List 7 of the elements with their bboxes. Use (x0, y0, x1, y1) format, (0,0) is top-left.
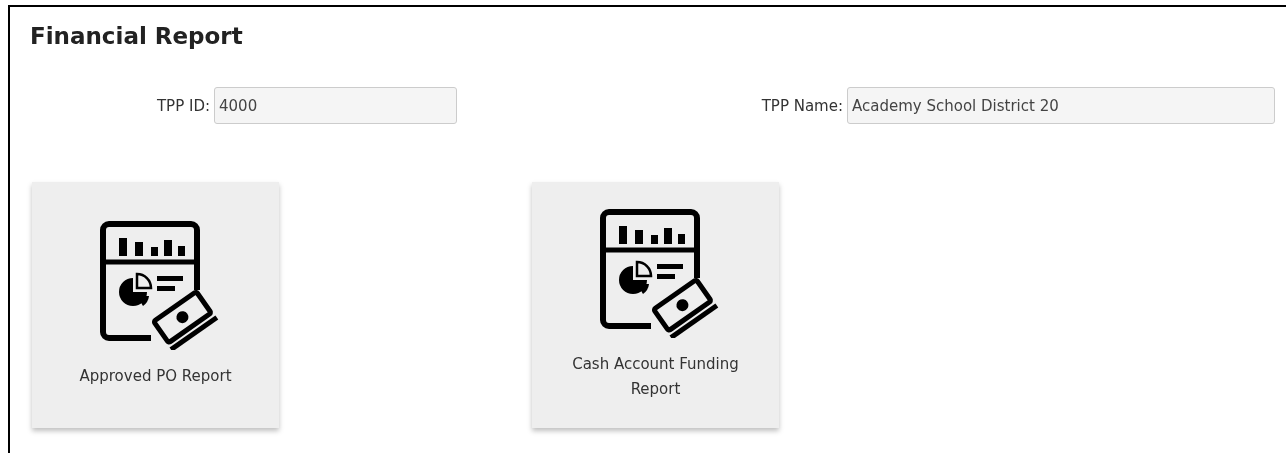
report-tile[interactable]: Cash Account Funding Report (532, 182, 779, 428)
input-field[interactable]: Academy School District 20 (847, 87, 1275, 124)
field-label: TPP Name: (760, 96, 843, 115)
field-label: TPP ID: (155, 96, 210, 115)
report-tile[interactable]: Approved PO Report (32, 182, 279, 428)
input-field[interactable]: 4000 (214, 87, 457, 124)
page-title: Financial Report (29, 22, 244, 49)
